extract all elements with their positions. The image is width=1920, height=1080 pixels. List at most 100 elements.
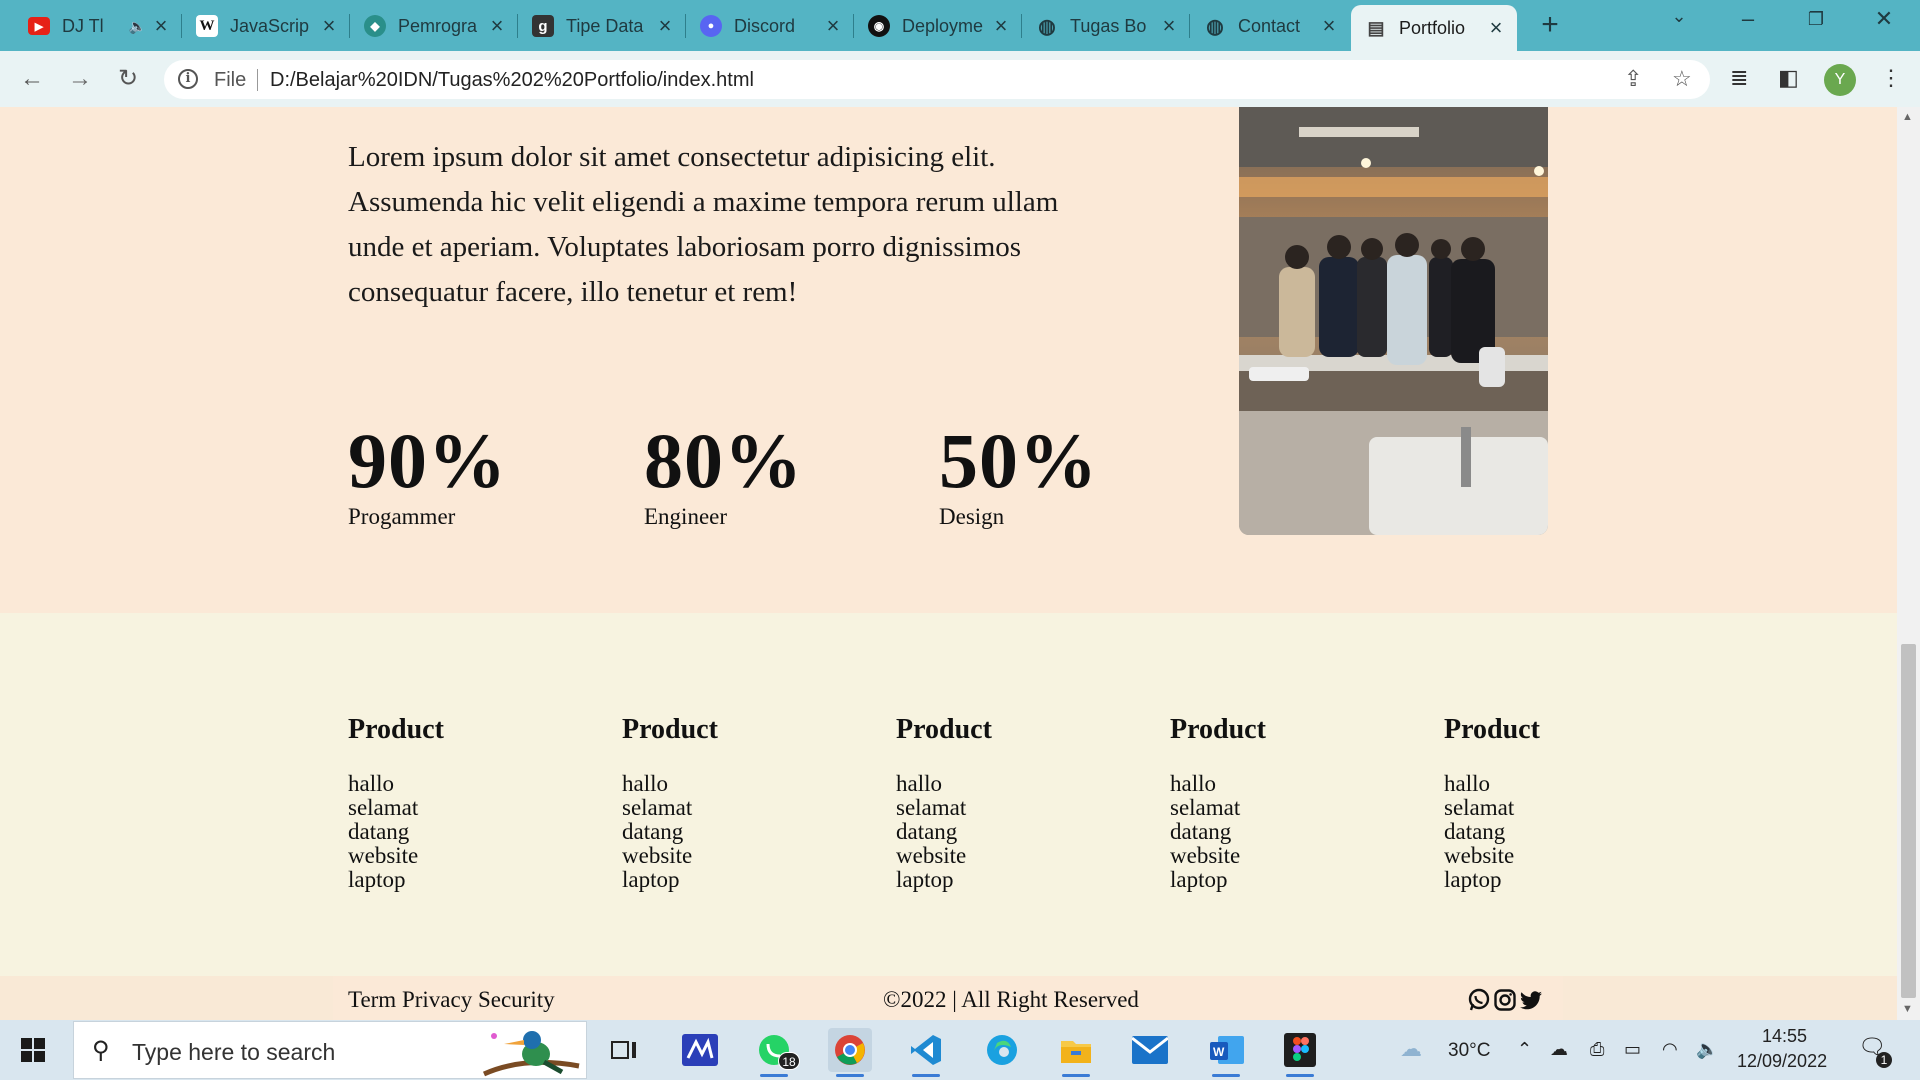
footer-link[interactable]: website [348, 844, 444, 868]
close-tab-icon[interactable]: × [1487, 15, 1505, 41]
footer-link[interactable]: selamat [896, 796, 992, 820]
clock-date[interactable]: 12/09/2022 [1737, 1051, 1827, 1072]
windows-start-icon[interactable] [21, 1038, 45, 1062]
close-tab-icon[interactable]: × [656, 13, 674, 39]
speaker-icon[interactable]: 🔈 [129, 18, 146, 35]
show-hidden-icons-chevron-icon[interactable]: ⌃ [1517, 1039, 1532, 1060]
wifi-icon[interactable]: ◠ [1662, 1039, 1678, 1060]
mail-taskbar-icon[interactable] [1128, 1028, 1172, 1072]
menu-kebab-icon[interactable]: ⋮ [1880, 65, 1902, 91]
close-window-icon[interactable]: ✕ [1864, 6, 1904, 32]
close-tab-icon[interactable]: × [152, 13, 170, 39]
about-section: Lorem ipsum dolor sit amet consectetur a… [0, 107, 1897, 613]
address-bar[interactable]: i File D:/Belajar%20IDN/Tugas%202%20Port… [164, 60, 1710, 99]
onedrive-error-icon[interactable]: ☁ [1550, 1039, 1568, 1060]
footer-link[interactable]: selamat [348, 796, 444, 820]
twitter-icon[interactable] [1519, 988, 1543, 1012]
site-info-icon[interactable]: i [178, 69, 198, 89]
footer-link[interactable]: website [1444, 844, 1540, 868]
tab-search-icon[interactable]: ⌄ [1659, 6, 1699, 27]
tab-tipe-data[interactable]: g Tipe Data × [518, 7, 686, 45]
footer-link[interactable]: laptop [1444, 868, 1540, 892]
clock-time[interactable]: 14:55 [1762, 1026, 1807, 1047]
figma-taskbar-icon[interactable] [1278, 1028, 1322, 1077]
profile-avatar[interactable]: Y [1824, 64, 1856, 96]
footer-legal-links[interactable]: Term Privacy Security [348, 987, 555, 1013]
tab-contact[interactable]: ◍ Contact × [1190, 7, 1350, 45]
close-tab-icon[interactable]: × [320, 13, 338, 39]
close-tab-icon[interactable]: × [1160, 13, 1178, 39]
footer-link[interactable]: laptop [622, 868, 718, 892]
device-icon[interactable]: ⎙ [1590, 1039, 1604, 1060]
tab-javascript[interactable]: W JavaScrip × [182, 7, 350, 45]
link-column: Product hallo selamat datang website lap… [1170, 714, 1266, 892]
site-footer: Term Privacy Security ©2022 | All Right … [333, 976, 1563, 1020]
footer-link[interactable]: hallo [622, 772, 718, 796]
file-explorer-taskbar-icon[interactable] [1054, 1028, 1098, 1077]
footer-link[interactable]: datang [1170, 820, 1266, 844]
footer-link[interactable]: selamat [1444, 796, 1540, 820]
url-text[interactable]: D:/Belajar%20IDN/Tugas%202%20Portfolio/i… [270, 69, 754, 92]
footer-link[interactable]: laptop [1170, 868, 1266, 892]
footer-link[interactable]: hallo [896, 772, 992, 796]
scroll-up-icon[interactable]: ▲ [1902, 111, 1913, 123]
tab-discord[interactable]: ● Discord × [686, 7, 854, 45]
volume-icon[interactable]: 🔈 [1696, 1039, 1718, 1060]
media-control-icon[interactable]: ≣ [1730, 65, 1748, 91]
instagram-icon[interactable] [1493, 988, 1517, 1012]
footer-link[interactable]: datang [348, 820, 444, 844]
copyright-text: ©2022 | All Right Reserved [883, 987, 1139, 1012]
task-view-icon[interactable] [602, 1028, 646, 1072]
whatsapp-taskbar-icon[interactable]: 18 [752, 1028, 800, 1077]
footer-link[interactable]: selamat [1170, 796, 1266, 820]
bookmark-star-icon[interactable]: ☆ [1672, 66, 1692, 92]
taskbar-search-box[interactable]: ⚲ Type here to search [73, 1021, 587, 1079]
close-tab-icon[interactable]: × [824, 13, 842, 39]
scheme-label: File [214, 69, 247, 91]
tab-youtube[interactable]: ▶ DJ Tl 🔈 × [14, 7, 182, 45]
footer-link[interactable]: datang [1444, 820, 1540, 844]
footer-link[interactable]: website [622, 844, 718, 868]
footer-link[interactable]: website [896, 844, 992, 868]
tab-pemrograman[interactable]: ◆ Pemrogra × [350, 7, 518, 45]
weather-temperature[interactable]: 30°C [1448, 1040, 1490, 1062]
close-tab-icon[interactable]: × [992, 13, 1010, 39]
scrollbar-thumb[interactable] [1901, 644, 1916, 998]
vscode-taskbar-icon[interactable] [904, 1028, 948, 1077]
close-tab-icon[interactable]: × [488, 13, 506, 39]
tab-deployment[interactable]: ◉ Deployme × [854, 7, 1022, 45]
page-scrollbar[interactable]: ▲ ▼ [1897, 107, 1920, 1020]
side-panel-icon[interactable]: ◧ [1778, 65, 1799, 91]
footer-link[interactable]: laptop [348, 868, 444, 892]
tab-title: JavaScrip [230, 15, 310, 36]
forward-icon[interactable]: → [62, 61, 98, 97]
chrome-taskbar-icon[interactable] [828, 1028, 872, 1077]
g-site-icon: g [532, 15, 554, 37]
share-icon[interactable]: ⇪ [1624, 66, 1642, 92]
restore-icon[interactable]: ❐ [1796, 9, 1836, 30]
weather-cloud-icon[interactable]: ☁ [1400, 1036, 1422, 1062]
search-icon: ⚲ [92, 1037, 110, 1064]
close-tab-icon[interactable]: × [1320, 13, 1338, 39]
battery-icon[interactable]: ▭ [1624, 1039, 1641, 1060]
tab-portfolio[interactable]: ▤ Portfolio × [1351, 5, 1517, 51]
footer-link[interactable]: datang [622, 820, 718, 844]
new-tab-button[interactable]: + [1533, 8, 1567, 42]
word-taskbar-icon[interactable]: W [1204, 1028, 1248, 1077]
edge-taskbar-icon[interactable] [980, 1028, 1024, 1072]
footer-link[interactable]: hallo [1444, 772, 1540, 796]
footer-link[interactable]: datang [896, 820, 992, 844]
footer-link[interactable]: hallo [348, 772, 444, 796]
footer-link[interactable]: laptop [896, 868, 992, 892]
reload-icon[interactable]: ↻ [110, 61, 146, 97]
app-icon-blue[interactable] [678, 1028, 722, 1072]
footer-link[interactable]: hallo [1170, 772, 1266, 796]
notification-count: 1 [1876, 1052, 1892, 1068]
footer-link[interactable]: website [1170, 844, 1266, 868]
minimize-icon[interactable]: – [1728, 6, 1768, 32]
scroll-down-icon[interactable]: ▼ [1902, 1003, 1913, 1015]
tab-tugas[interactable]: ◍ Tugas Bo × [1022, 7, 1190, 45]
back-icon[interactable]: ← [14, 61, 50, 97]
footer-link[interactable]: selamat [622, 796, 718, 820]
whatsapp-icon[interactable] [1467, 988, 1491, 1012]
